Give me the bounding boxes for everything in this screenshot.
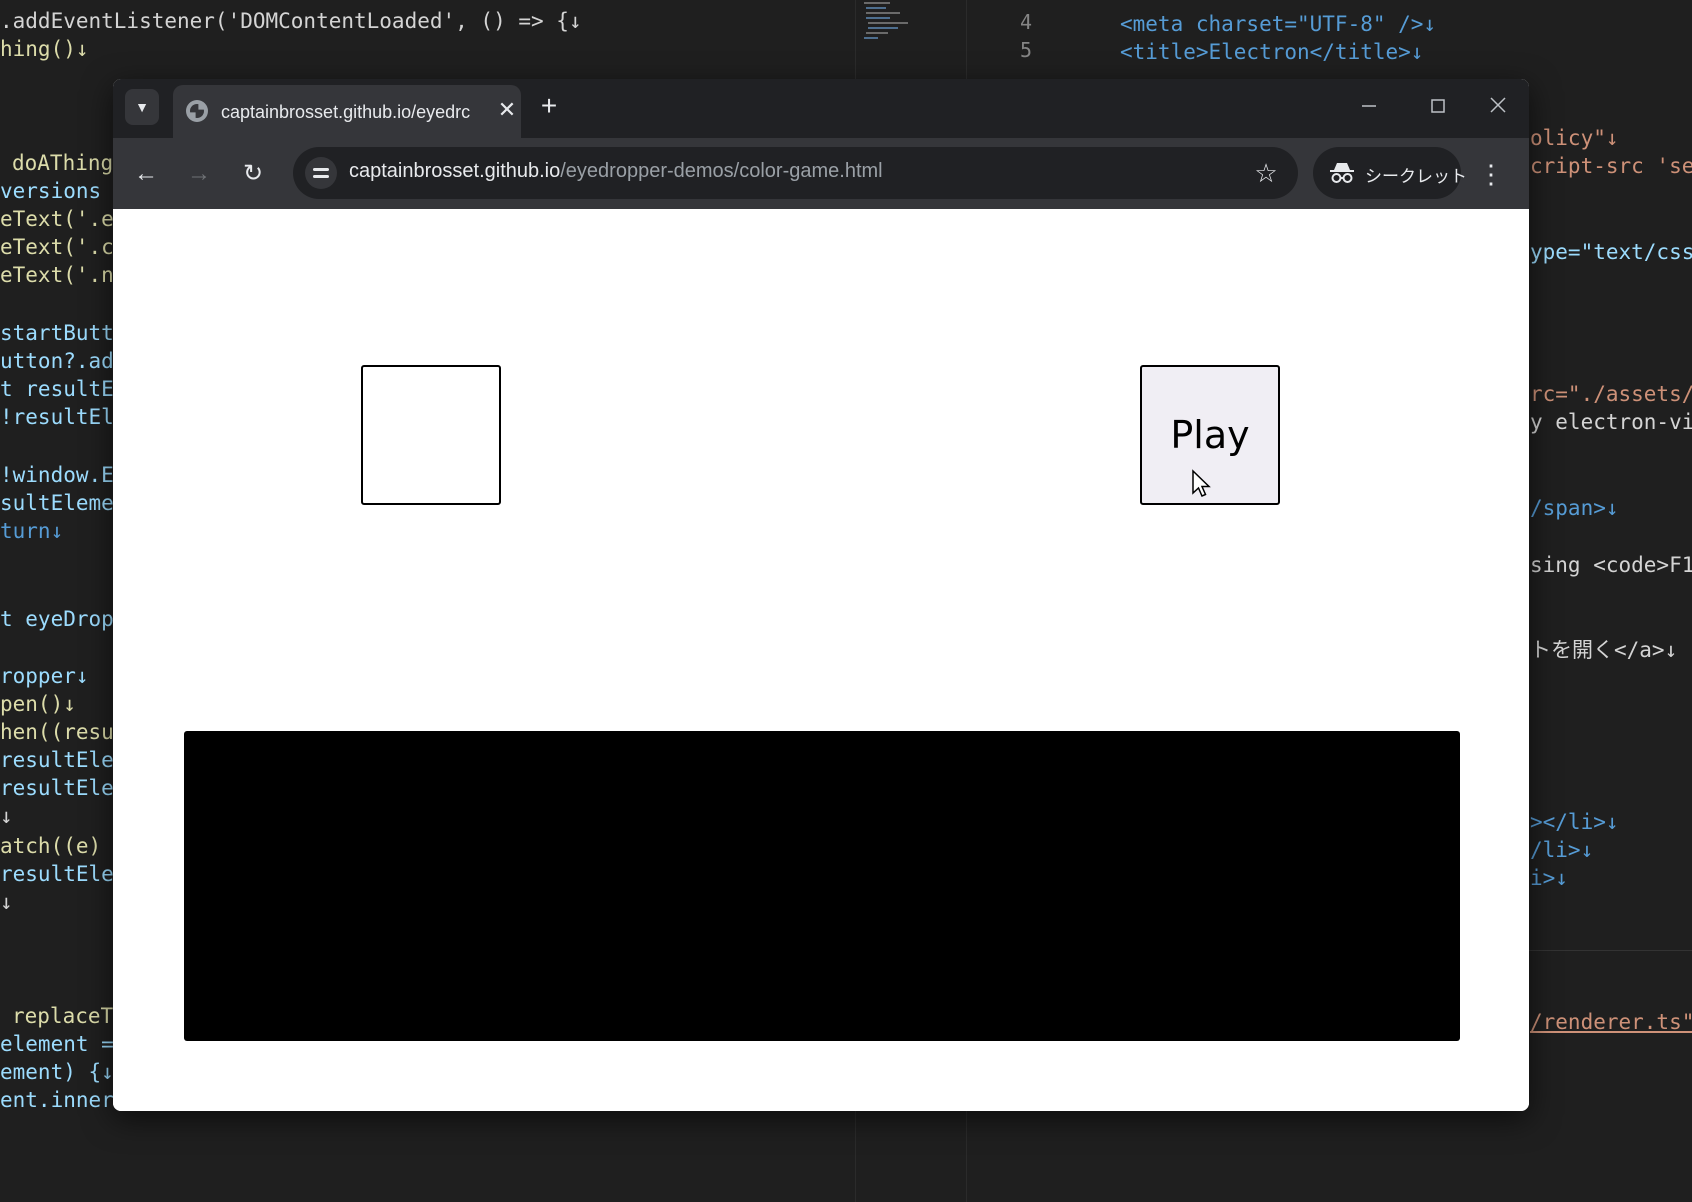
close-window-button[interactable] [1478,91,1518,125]
incognito-indicator[interactable]: シークレット [1313,147,1467,199]
url-path: /eyedropper-demos/color-game.html [560,160,883,182]
minimize-icon [1362,105,1376,107]
code-line: ropper↓ [0,664,89,688]
maximize-button[interactable] [1418,91,1458,125]
line-number: 5 [1019,38,1032,62]
code-line: ↓ [0,890,13,914]
code-line: .addEventListener('DOMContentLoaded', ()… [0,9,582,33]
code-line: t resultE [0,377,114,401]
code-line: rc="./assets/ [1530,382,1692,406]
browser-toolbar: ← → ↻ captainbrosset.github.io/eyedroppe… [113,138,1529,209]
code-line: cript-src 'se [1530,154,1692,178]
chevron-down-icon: ▼ [135,99,149,115]
reload-button[interactable]: ↻ [235,156,271,192]
incognito-label: シークレット [1365,167,1467,186]
reload-icon: ↻ [242,160,264,187]
code-line: sultEleme [0,491,114,515]
code-line: hen((resu [0,720,114,744]
code-line: /li>↓ [1530,838,1594,862]
target-color-swatch [361,365,501,505]
code-line: ></li>↓ [1530,810,1619,834]
code-line: resultEle [0,862,114,886]
code-line: トを開く</a>↓ [1530,638,1678,662]
browser-window: ▼ captainbrosset.github.io/eyedrc ✕ + ← … [113,79,1529,1111]
code-line: sing <code>F1 [1530,553,1692,577]
back-button[interactable]: ← [128,156,164,192]
code-line: resultEle [0,776,114,800]
code-line: /renderer.ts" [1530,1010,1692,1034]
arrow-left-icon: ← [134,160,158,187]
code-line: t eyeDrop [0,607,114,631]
address-bar[interactable]: captainbrosset.github.io/eyedropper-demo… [293,147,1298,199]
tab-active[interactable]: captainbrosset.github.io/eyedrc ✕ [173,85,521,138]
code-line: y electron-vi [1530,410,1692,434]
mouse-pointer-icon [1192,469,1211,497]
forward-button[interactable]: → [181,156,217,192]
code-line: resultEle [0,748,114,772]
code-line: doAThing [12,151,114,175]
tab-strip: ▼ captainbrosset.github.io/eyedrc ✕ + [113,79,1529,138]
more-menu-icon[interactable]: ⋮ [1476,156,1506,192]
code-line: eText('.c [0,235,114,259]
code-line: ↓ [0,804,13,828]
code-line: turn↓ [0,519,64,543]
code-line: startButt [0,321,114,345]
code-line: !resultEl [0,405,114,429]
close-icon [1490,97,1506,113]
code-line: i>↓ [1530,866,1568,890]
tab-close-icon[interactable]: ✕ [493,96,521,124]
incognito-icon [1330,163,1354,183]
maximize-icon [1431,99,1445,113]
tab-title: captainbrosset.github.io/eyedrc [221,102,471,122]
code-line: /span>↓ [1530,496,1619,520]
code-line: eText('.e [0,207,114,231]
code-line: hing()↓ [0,37,89,61]
code-line: !window.E [0,463,114,487]
code-line: olicy"↓ [1530,126,1619,150]
line-number: 4 [1019,10,1032,34]
minimize-button[interactable] [1349,91,1389,125]
globe-icon [186,100,208,122]
code-line: element = [0,1032,114,1056]
code-line: pen()↓ [0,692,76,716]
code-line: ype="text/css [1530,240,1692,264]
page-content: Play [113,209,1529,1111]
url-host: captainbrosset.github.io [349,160,561,182]
code-line: utton?.ad [0,349,114,373]
code-line: versions [0,179,102,203]
site-info-icon[interactable] [305,157,337,189]
new-tab-button[interactable]: + [533,91,565,123]
code-line: eText('.n [0,263,114,287]
code-line: <meta charset="UTF-8" />↓ [1120,12,1437,36]
code-line: replaceT [12,1004,114,1028]
code-line: atch((e) [0,834,102,858]
tab-search-button[interactable]: ▼ [125,89,159,125]
bookmark-star-icon[interactable]: ☆ [1250,157,1282,189]
minimap [864,2,908,39]
code-line: ement) {↓ [0,1060,114,1084]
code-line: <title>Electron</title>↓ [1120,40,1424,64]
url-text[interactable]: captainbrosset.github.io/eyedropper-demo… [349,160,883,183]
result-color-area [184,731,1460,1041]
code-line: ent.inner [0,1088,114,1112]
arrow-right-icon: → [187,160,211,187]
